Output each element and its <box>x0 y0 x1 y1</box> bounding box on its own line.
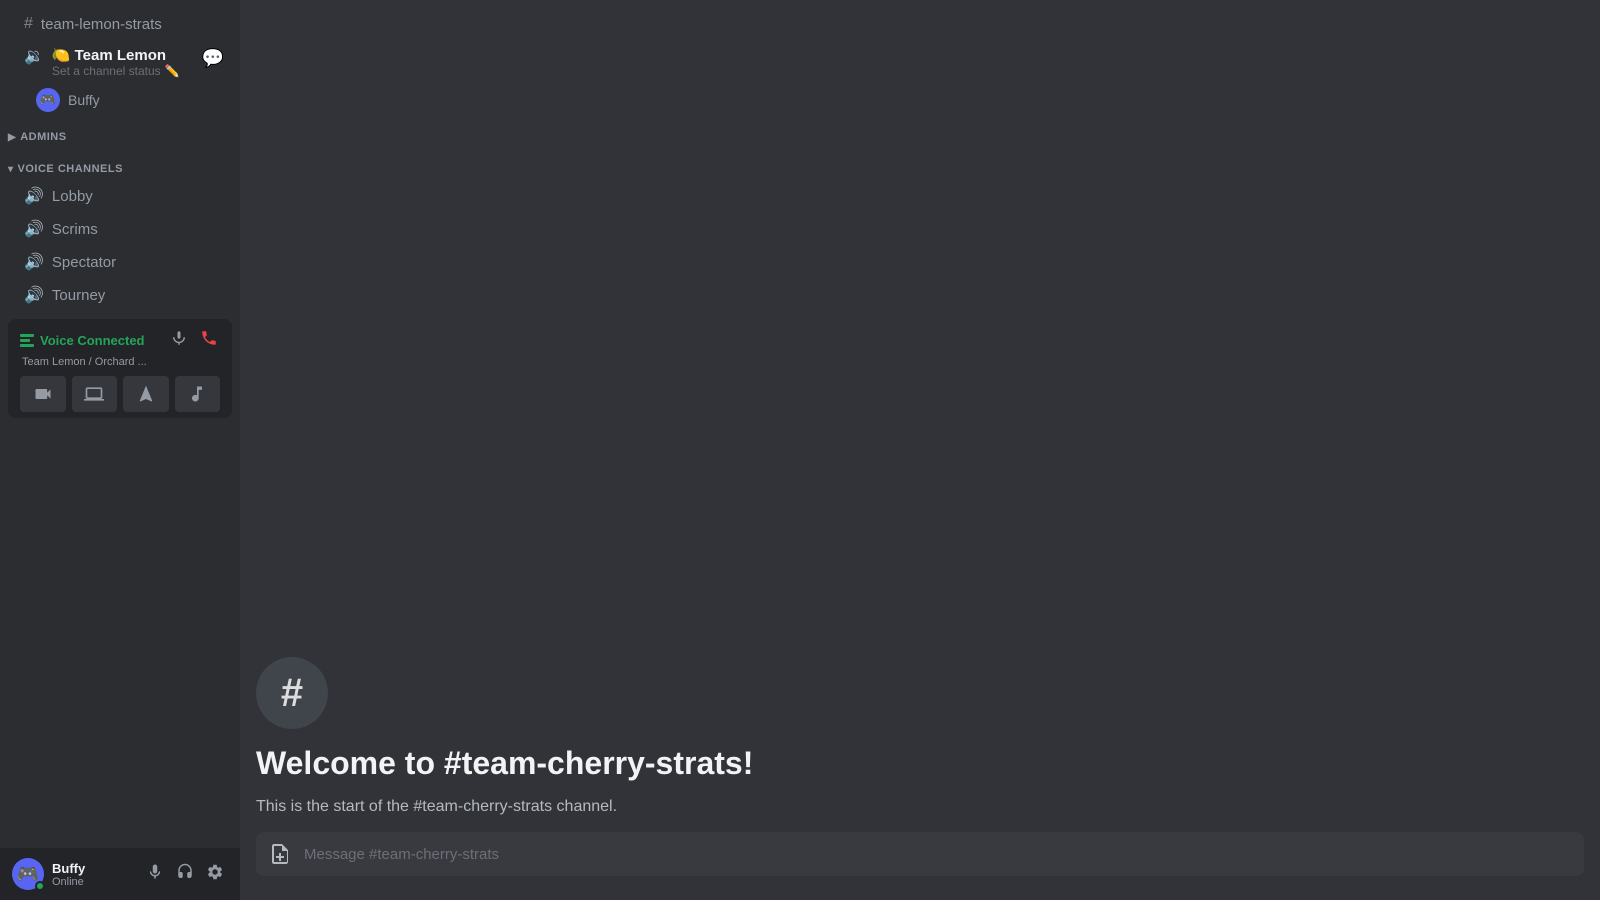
user-avatar-wrap: 🎮 <box>12 858 44 890</box>
user-controls <box>142 859 228 890</box>
user-status-text: Online <box>52 876 134 888</box>
activity-button[interactable] <box>123 376 169 412</box>
voice-channel-scrims[interactable]: 🔊 Scrims <box>8 213 232 245</box>
admins-label: ADMINS <box>20 131 66 143</box>
hash-icon: # <box>24 15 33 33</box>
disconnect-voice-button[interactable] <box>198 327 220 354</box>
section-voice-channels[interactable]: ▾ VOICE CHANNELS <box>0 147 240 179</box>
message-input-area <box>240 832 1600 900</box>
mute-voice-button[interactable] <box>168 327 190 354</box>
user-status-dot <box>35 881 45 891</box>
user-area: 🎮 Buffy Online <box>0 848 240 900</box>
welcome-section: # Welcome to #team-cherry-strats! This i… <box>256 657 1584 832</box>
soundboard-button[interactable] <box>175 376 221 412</box>
buffy-name: Buffy <box>68 92 100 108</box>
sidebar: # team-lemon-strats 🔉 🍋Team Lemon Set a … <box>0 0 240 900</box>
voice-action-buttons <box>20 376 220 412</box>
voice-channels-label: VOICE CHANNELS <box>18 163 123 175</box>
team-lemon-emoji: 🍋 <box>52 47 71 64</box>
tourney-channel-name: Tourney <box>52 287 105 304</box>
chat-icon: 💬 <box>202 48 224 69</box>
sidebar-content: # team-lemon-strats 🔉 🍋Team Lemon Set a … <box>0 0 240 848</box>
main-content: # Welcome to #team-cherry-strats! This i… <box>240 0 1600 900</box>
channel-hash-icon: # <box>256 657 328 729</box>
spectator-channel-name: Spectator <box>52 254 116 271</box>
welcome-description: This is the start of the #team-cherry-st… <box>256 798 1584 816</box>
voice-channel-spectator[interactable]: 🔊 Spectator <box>8 246 232 278</box>
speaker-icon-lobby: 🔊 <box>24 186 44 206</box>
team-lemon-status: Set a channel status ✏️ <box>52 64 194 78</box>
voice-connected-text: Voice Connected <box>20 333 145 348</box>
chevron-right-icon: ▶ <box>8 132 16 143</box>
speaker-icon-spectator: 🔊 <box>24 252 44 272</box>
team-lemon-voice-channel[interactable]: 🔉 🍋Team Lemon Set a channel status ✏️ 💬 <box>8 40 232 84</box>
voice-connected-label: Voice Connected <box>40 333 145 348</box>
channel-name-team-lemon-strats: team-lemon-strats <box>41 16 162 33</box>
channel-item-team-lemon-strats[interactable]: # team-lemon-strats <box>8 9 232 39</box>
messages-area: # Welcome to #team-cherry-strats! This i… <box>240 0 1600 832</box>
chevron-down-icon: ▾ <box>8 164 14 175</box>
pencil-icon: ✏️ <box>165 64 180 78</box>
camera-button[interactable] <box>20 376 66 412</box>
team-lemon-info: 🍋Team Lemon Set a channel status ✏️ <box>52 46 194 78</box>
username: Buffy <box>52 861 134 876</box>
speaker-icon-scrims: 🔊 <box>24 219 44 239</box>
message-input[interactable] <box>304 836 1568 873</box>
voice-member-buffy[interactable]: 🎮 Buffy <box>0 85 240 115</box>
voice-channel-lobby[interactable]: 🔊 Lobby <box>8 180 232 212</box>
user-info: Buffy Online <box>52 861 134 888</box>
buffy-avatar-icon: 🎮 <box>40 92 56 108</box>
team-lemon-name: 🍋Team Lemon <box>52 46 194 64</box>
signal-bars-icon <box>20 334 34 347</box>
message-input-wrap <box>256 832 1584 876</box>
headphones-button[interactable] <box>172 859 198 890</box>
voice-location: Team Lemon / Orchard ... <box>22 356 220 368</box>
add-attachment-button[interactable] <box>264 838 296 870</box>
microphone-button[interactable] <box>142 859 168 890</box>
scrims-channel-name: Scrims <box>52 221 98 238</box>
volume-icon: 🔉 <box>24 46 44 66</box>
section-admins[interactable]: ▶ ADMINS <box>0 115 240 147</box>
speaker-icon-tourney: 🔊 <box>24 285 44 305</box>
screen-share-button[interactable] <box>72 376 118 412</box>
welcome-title: Welcome to #team-cherry-strats! <box>256 745 1584 782</box>
voice-connected-status-row: Voice Connected <box>20 327 220 354</box>
lobby-channel-name: Lobby <box>52 188 93 205</box>
voice-channel-tourney[interactable]: 🔊 Tourney <box>8 279 232 311</box>
buffy-avatar: 🎮 <box>36 88 60 112</box>
voice-connected-bar: Voice Connected Team Lemon / Orchard ... <box>8 319 232 418</box>
voice-control-icons <box>168 327 220 354</box>
settings-button[interactable] <box>202 859 228 890</box>
